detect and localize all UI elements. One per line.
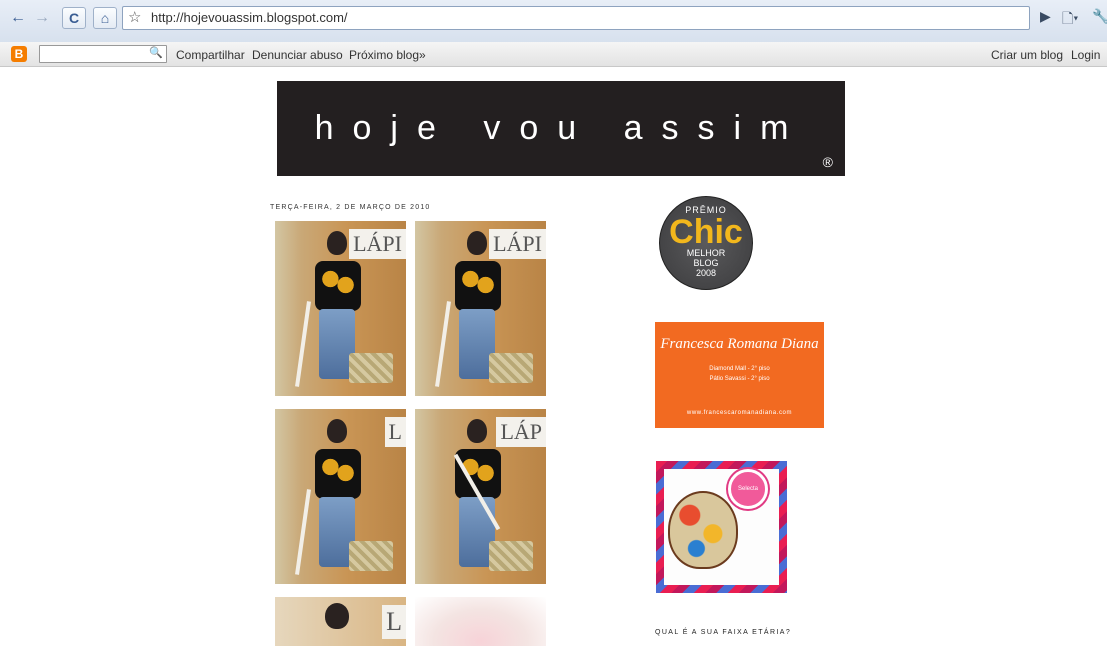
registered-mark: ® <box>822 154 833 170</box>
post-photo[interactable] <box>415 597 546 646</box>
photo-figure <box>455 261 501 311</box>
post-photo[interactable]: L <box>275 409 406 584</box>
badge-text: Chic <box>669 213 743 251</box>
photo-figure <box>315 449 361 499</box>
wrench-icon[interactable]: 🔧 <box>1092 8 1107 25</box>
ad-text: Diamond Mall - 2° piso <box>709 366 770 372</box>
photo-umbrella <box>295 489 311 575</box>
page-menu-icon[interactable]: 🗋▾ <box>1062 8 1078 32</box>
post-photo[interactable]: LÁP <box>415 409 546 584</box>
bookmark-star-icon[interactable]: ☆ <box>128 8 141 26</box>
ad-seal: Selecta <box>728 469 768 509</box>
blog-header[interactable]: hoje vou assim ® <box>277 81 845 176</box>
photo-sign: L <box>382 605 406 639</box>
photo-figure <box>467 419 487 443</box>
post-photo[interactable]: LÁPI <box>415 221 546 396</box>
photo-figure <box>327 419 347 443</box>
address-url[interactable]: http://hojevouassim.blogspot.com/ <box>151 10 348 25</box>
ad-url: www.francescaromanadiana.com <box>686 410 793 416</box>
forward-icon[interactable]: → <box>30 7 54 29</box>
photo-figure <box>325 603 349 629</box>
create-blog-link[interactable]: Criar um blog <box>991 48 1063 62</box>
badge-text: BLOG <box>693 258 719 268</box>
share-link[interactable]: Compartilhar <box>176 48 245 62</box>
photo-figure <box>315 261 361 311</box>
photo-umbrella <box>435 301 451 387</box>
blogger-logo-icon[interactable]: B <box>11 46 27 62</box>
photo-bag <box>349 353 393 383</box>
badge-text: MELHOR <box>686 248 726 258</box>
photo-sign: L <box>384 417 406 447</box>
photo-sign: LÁPI <box>349 229 406 259</box>
post-photo[interactable]: L <box>275 597 406 646</box>
francesca-ad[interactable]: Francesca Romana Diana Diamond Mall - 2°… <box>655 322 824 428</box>
address-bar[interactable]: ☆ http://hojevouassim.blogspot.com/ <box>122 6 1030 30</box>
login-link[interactable]: Login <box>1071 48 1100 62</box>
blog-title: hoje vou assim <box>314 109 808 147</box>
premio-chic-badge[interactable]: PRÊMIO Chic MELHOR BLOG 2008 <box>659 196 753 290</box>
photo-bag <box>349 541 393 571</box>
bag-ad[interactable]: Selecta <box>656 461 787 593</box>
post-date: TERÇA-FEIRA, 2 DE MARÇO DE 2010 <box>270 204 431 211</box>
ad-text: Pátio Savassi - 2° piso <box>709 376 770 382</box>
next-blog-link[interactable]: Próximo blog» <box>349 48 426 62</box>
browser-toolbar: ← → C ⌂ ☆ http://hojevouassim.blogspot.c… <box>0 0 1107 43</box>
blogger-navbar: B 🔍 Compartilhar Denunciar abuso Próximo… <box>0 42 1107 67</box>
go-icon[interactable]: ▶ <box>1040 8 1051 25</box>
photo-bag <box>489 541 533 571</box>
ad-brand: Francesca Romana Diana <box>660 336 819 352</box>
search-icon[interactable]: 🔍 <box>149 46 163 59</box>
blog-search-input[interactable]: 🔍 <box>39 45 167 63</box>
badge-text: 2008 <box>695 268 717 278</box>
photo-bag <box>489 353 533 383</box>
reload-icon[interactable]: C <box>62 7 86 29</box>
post-photo[interactable]: LÁPI <box>275 221 406 396</box>
photo-figure <box>467 231 487 255</box>
photo-umbrella <box>295 301 311 387</box>
back-icon[interactable]: ← <box>6 7 30 29</box>
photo-sign: LÁP <box>496 417 546 447</box>
home-icon[interactable]: ⌂ <box>93 7 117 29</box>
report-abuse-link[interactable]: Denunciar abuso <box>252 48 343 62</box>
poll-title: QUAL É A SUA FAIXA ETÁRIA? <box>655 629 792 636</box>
ad-bag-image <box>668 491 738 569</box>
photo-figure <box>327 231 347 255</box>
photo-sign: LÁPI <box>489 229 546 259</box>
